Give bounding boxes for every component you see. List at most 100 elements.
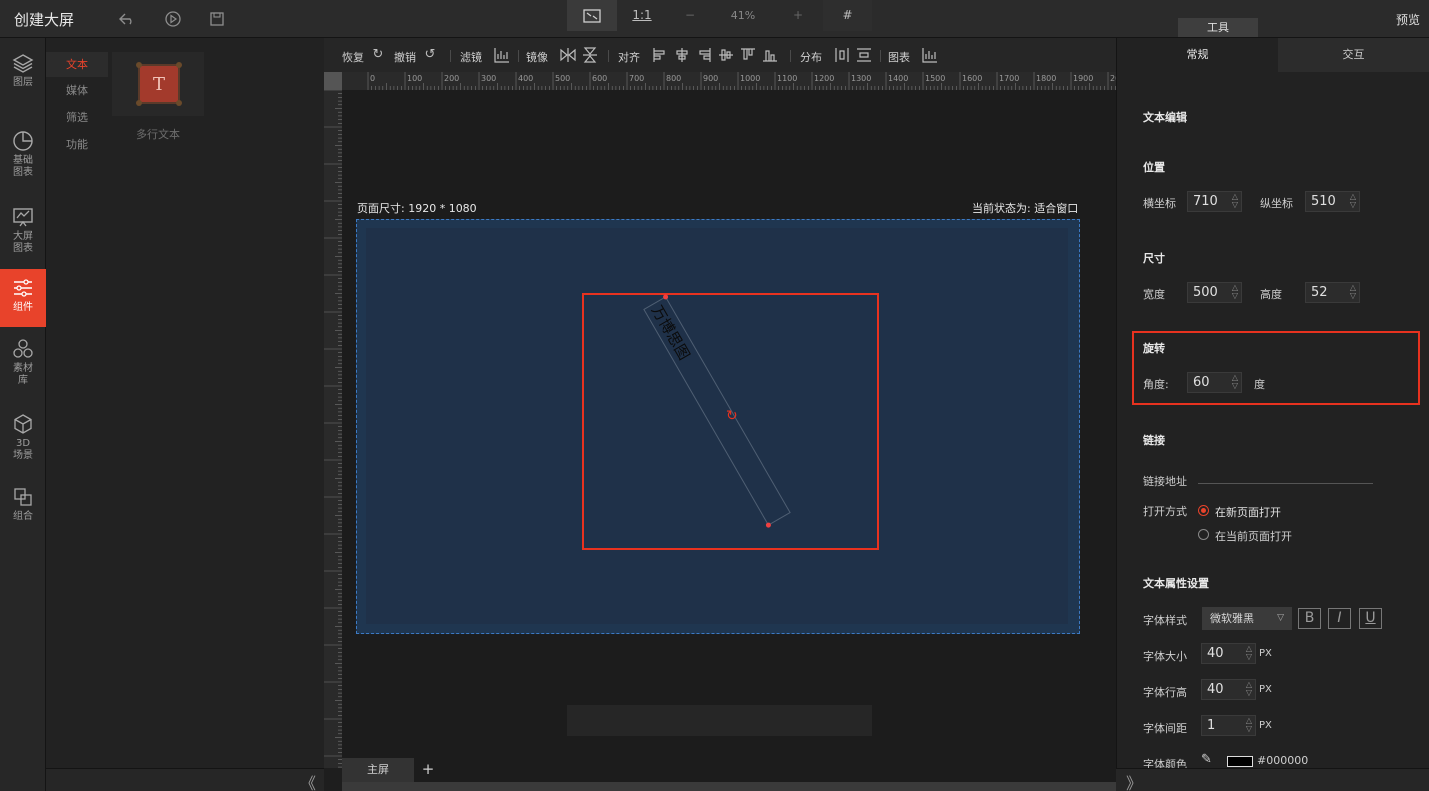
vertical-ruler[interactable] xyxy=(324,90,342,768)
align-left-icon[interactable] xyxy=(652,47,668,63)
undo-button[interactable]: 撤销 xyxy=(394,49,416,65)
collapse-left-icon[interactable]: 《 xyxy=(300,770,316,791)
mirror-horizontal-icon[interactable] xyxy=(560,47,576,63)
mirror-button[interactable]: 镜像 xyxy=(526,49,548,65)
align-bottom-icon[interactable] xyxy=(762,47,778,63)
font-style-label: 字体样式 xyxy=(1143,614,1187,627)
y-value: 510 xyxy=(1311,194,1336,209)
radio-new-page[interactable] xyxy=(1198,505,1209,516)
chart-button[interactable]: 图表 xyxy=(888,49,910,65)
ruler-label: 1900 xyxy=(1073,74,1093,83)
subtab-text[interactable]: 文本 xyxy=(46,52,108,77)
spinner-icon[interactable]: △ ▽ xyxy=(1350,284,1356,300)
nav-item-components[interactable]: 组件 xyxy=(0,269,46,327)
preview-button[interactable]: 预览 xyxy=(1396,11,1420,28)
nav-item-materials[interactable]: 素材 库 xyxy=(0,338,46,392)
line-height-input[interactable]: 40 △ ▽ xyxy=(1201,679,1256,700)
size-title: 尺寸 xyxy=(1143,252,1165,265)
nav-label: 大屏 图表 xyxy=(13,231,33,254)
toolbar-divider xyxy=(518,50,519,62)
nav-item-layers[interactable]: 图层 xyxy=(0,52,46,98)
font-color-swatch[interactable] xyxy=(1227,756,1253,767)
tools-tab[interactable]: 工具 xyxy=(1178,18,1258,37)
align-center-h-icon[interactable] xyxy=(674,47,690,63)
y-input[interactable]: 510 △ ▽ xyxy=(1305,191,1360,212)
zoom-in-button[interactable]: + xyxy=(773,0,823,31)
fit-window-button[interactable] xyxy=(567,0,617,31)
align-button[interactable]: 对齐 xyxy=(618,49,640,65)
redo-button[interactable]: 恢复 xyxy=(342,49,364,65)
chart-icon[interactable] xyxy=(922,47,938,63)
ruler-label: 1000 xyxy=(740,74,760,83)
nav-item-basic-chart[interactable]: 基础 图表 xyxy=(0,130,46,184)
nav-item-bigscreen-chart[interactable]: 大屏 图表 xyxy=(0,206,46,260)
filter-chart-icon[interactable] xyxy=(494,47,510,63)
position-title: 位置 xyxy=(1143,161,1165,174)
tab-general[interactable]: 常规 xyxy=(1117,38,1278,72)
nav-item-group[interactable]: 组合 xyxy=(0,486,46,528)
actual-size-button[interactable]: 1:1 xyxy=(617,0,667,31)
link-url-label: 链接地址 xyxy=(1143,475,1187,488)
distribute-button[interactable]: 分布 xyxy=(800,49,822,65)
spinner-icon[interactable]: △ ▽ xyxy=(1232,374,1238,390)
ruler-label: 1600 xyxy=(962,74,982,83)
option-current-page[interactable]: 在当前页面打开 xyxy=(1215,528,1292,544)
nav-label: 基础 图表 xyxy=(13,155,33,178)
option-new-page[interactable]: 在新页面打开 xyxy=(1215,504,1281,520)
save-icon[interactable] xyxy=(208,10,226,28)
spinner-icon[interactable]: △ ▽ xyxy=(1246,645,1252,661)
distribute-v-icon[interactable] xyxy=(856,47,872,63)
distribute-h-icon[interactable] xyxy=(834,47,850,63)
panel-footer xyxy=(46,768,324,791)
filter-button[interactable]: 滤镜 xyxy=(460,49,482,65)
font-family-value: 微软雅黑 xyxy=(1210,612,1254,625)
play-icon[interactable] xyxy=(164,10,182,28)
spinner-icon[interactable]: △ ▽ xyxy=(1246,717,1252,733)
font-family-select[interactable]: 微软雅黑 ▽ xyxy=(1202,607,1292,630)
radio-current-page[interactable] xyxy=(1198,529,1209,540)
letter-spacing-input[interactable]: 1 △ ▽ xyxy=(1201,715,1256,736)
link-url-input[interactable] xyxy=(1198,483,1373,484)
spinner-icon[interactable]: △ ▽ xyxy=(1246,681,1252,697)
x-input[interactable]: 710 △ ▽ xyxy=(1187,191,1242,212)
bold-button[interactable]: B xyxy=(1298,608,1321,629)
redo-icon[interactable]: ↻ xyxy=(370,47,386,63)
grid-toggle-button[interactable]: # xyxy=(823,0,872,31)
hexagons-icon xyxy=(13,339,33,358)
font-size-input[interactable]: 40 △ ▽ xyxy=(1201,643,1256,664)
tab-main-screen[interactable]: 主屏 xyxy=(342,758,414,782)
italic-button[interactable]: I xyxy=(1328,608,1351,629)
spinner-icon[interactable]: △ ▽ xyxy=(1350,193,1356,209)
undo-arrow-icon[interactable] xyxy=(118,10,136,28)
align-middle-icon[interactable] xyxy=(718,47,734,63)
nav-item-3d-scene[interactable]: 3D 场景 xyxy=(0,413,46,467)
add-screen-button[interactable]: + xyxy=(420,758,436,780)
corner-handle xyxy=(136,62,142,68)
font-size-value: 40 xyxy=(1207,646,1224,661)
nav-label: 组合 xyxy=(13,511,33,522)
horizontal-scrollbar[interactable] xyxy=(342,782,1116,791)
font-size-unit: PX xyxy=(1259,648,1272,659)
angle-input[interactable]: 60 △ ▽ xyxy=(1187,372,1242,393)
width-input[interactable]: 500 △ ▽ xyxy=(1187,282,1242,303)
subtab-filter[interactable]: 筛选 xyxy=(46,105,108,130)
spinner-icon[interactable]: △ ▽ xyxy=(1232,193,1238,209)
align-top-icon[interactable] xyxy=(740,47,756,63)
align-right-icon[interactable] xyxy=(696,47,712,63)
ruler-label: 700 xyxy=(629,74,644,83)
tab-interaction[interactable]: 交互 xyxy=(1278,38,1429,72)
eyedropper-icon[interactable]: ✎ xyxy=(1201,752,1212,767)
mirror-vertical-icon[interactable] xyxy=(582,47,598,63)
nav-label: 组件 xyxy=(13,302,33,313)
collapse-right-icon[interactable]: 》 xyxy=(1126,770,1142,791)
underline-button[interactable]: U xyxy=(1359,608,1382,629)
ruler-label: 600 xyxy=(592,74,607,83)
zoom-out-button[interactable]: − xyxy=(667,0,713,31)
horizontal-ruler[interactable]: 0 100 200 300 400 500 600 700 800 900 1000 1100 1200… xyxy=(342,72,1116,90)
height-input[interactable]: 52 △ ▽ xyxy=(1305,282,1360,303)
spinner-icon[interactable]: △ ▽ xyxy=(1232,284,1238,300)
subtab-function[interactable]: 功能 xyxy=(46,132,108,157)
rotate-handle-icon[interactable]: ↻ xyxy=(726,409,740,423)
undo-icon[interactable]: ↺ xyxy=(422,47,438,63)
subtab-media[interactable]: 媒体 xyxy=(46,78,108,103)
